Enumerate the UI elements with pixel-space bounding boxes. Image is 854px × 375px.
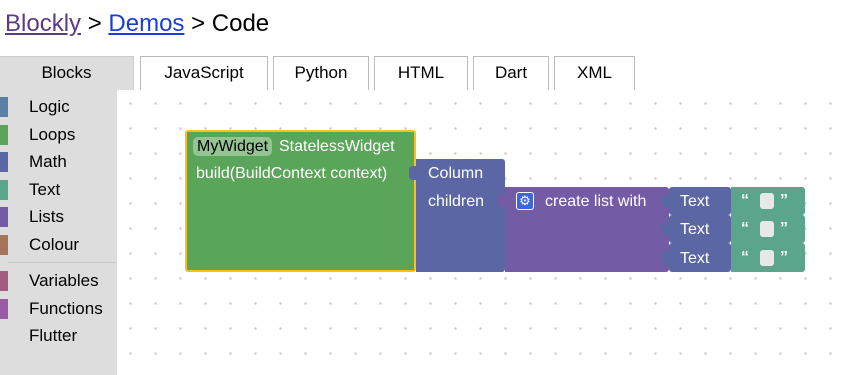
tab-html[interactable]: HTML [374,56,468,90]
category-swatch [0,180,8,200]
gear-icon[interactable]: ⚙ [516,192,534,210]
category-label: Lists [29,207,64,226]
string-value-field[interactable] [760,250,774,266]
build-label: build(BuildContext context) [196,165,388,182]
tab-blocks[interactable]: Blocks [0,56,134,90]
toolbox-category-loops[interactable]: Loops [0,123,117,147]
toolbox-category-text[interactable]: Text [0,178,117,202]
category-label: Math [29,152,67,171]
category-label: Colour [29,235,80,254]
category-label: Logic [29,97,70,116]
category-swatch [0,97,8,117]
breadcrumb-link-blockly[interactable]: Blockly [5,10,81,37]
toolbox-category-math[interactable]: Math [0,150,117,174]
text-label: Text [680,193,710,210]
string-value-field[interactable] [760,193,774,209]
toolbox-separator [8,262,117,263]
text-connector [662,251,669,265]
text-label: Text [680,221,710,238]
toolbox-category-functions[interactable]: Functions [0,297,117,321]
category-label: Functions [29,299,103,318]
children-label: children [428,193,485,210]
toolbox-category-flutter[interactable]: Flutter [0,324,117,348]
breadcrumb-separator: > [191,10,206,37]
list-connector [498,194,505,208]
widget-name-field[interactable]: MyWidget [193,137,273,156]
breadcrumb-current: Code [211,10,270,37]
close-quote-icon: ” [780,220,788,237]
tab-xml[interactable]: XML [554,56,635,90]
category-label: Text [29,180,61,199]
category-swatch [0,299,8,319]
category-label: Variables [29,271,99,290]
column-label: Column [428,165,484,182]
category-label: Loops [29,125,76,144]
widget-type-label: StatelessWidget [279,138,395,155]
toolbox-category-variables[interactable]: Variables [0,269,117,293]
close-quote-icon: ” [780,249,788,266]
create-list-label: create list with [545,193,647,210]
category-swatch [0,152,8,172]
toolbox-category-lists[interactable]: Lists [0,205,117,229]
tab-javascript[interactable]: JavaScript [140,56,268,90]
tab-python[interactable]: Python [273,56,369,90]
string-value-field[interactable] [760,221,774,237]
toolbox-category-logic[interactable]: Logic [0,95,117,119]
category-swatch [0,271,8,291]
breadcrumb: Blockly > Demos > Code [5,10,269,38]
category-swatch [0,235,8,255]
close-quote-icon: ” [780,192,788,209]
breadcrumb-separator: > [87,10,102,37]
tab-dart[interactable]: Dart [473,56,549,90]
text-connector [662,194,669,208]
category-swatch [0,207,8,227]
open-quote-icon: “ [741,192,749,209]
category-swatch [0,125,8,145]
open-quote-icon: “ [741,220,749,237]
text-label: Text [680,250,710,267]
open-quote-icon: “ [741,249,749,266]
column-connector [409,166,416,180]
text-connector [662,222,669,236]
breadcrumb-link-demos[interactable]: Demos [108,10,184,37]
toolbox-category-colour[interactable]: Colour [0,233,117,257]
category-label: Flutter [29,326,78,345]
